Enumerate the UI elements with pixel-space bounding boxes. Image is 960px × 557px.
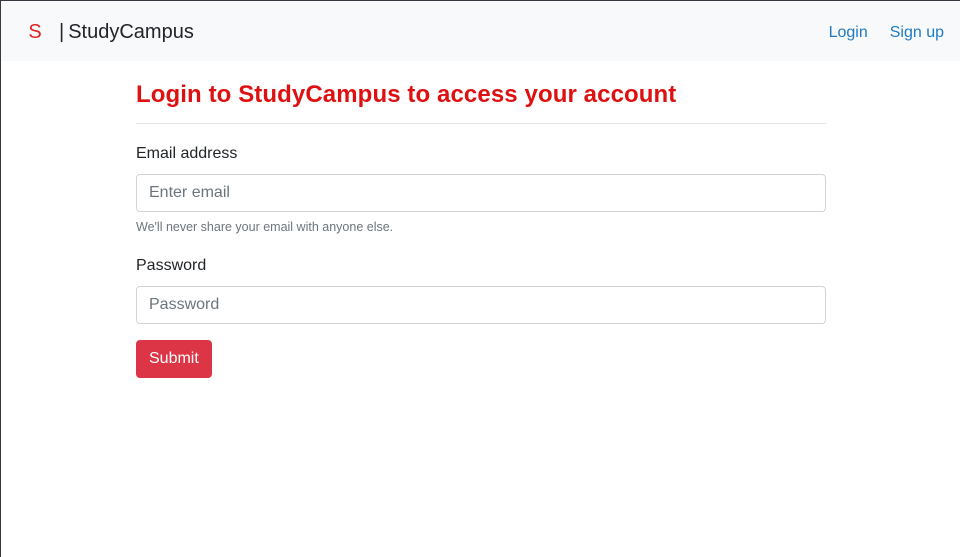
email-group: Email address We'll never share your ema…	[136, 144, 826, 235]
email-label: Email address	[136, 145, 238, 162]
title-divider	[136, 123, 826, 124]
password-label: Password	[136, 257, 207, 274]
email-field[interactable]	[136, 174, 826, 212]
brand-name: StudyCampus	[68, 21, 194, 43]
brand-separator: |	[59, 21, 65, 43]
login-form: Email address We'll never share your ema…	[136, 144, 826, 378]
brand[interactable]: S | StudyCampus	[28, 18, 194, 46]
login-container: Login to StudyCampus to access your acco…	[136, 61, 826, 378]
nav-login-link[interactable]: Login	[829, 21, 868, 45]
password-field[interactable]	[136, 286, 826, 324]
studycampus-logo: S	[28, 21, 42, 43]
page-title: Login to StudyCampus to access your acco…	[136, 81, 677, 108]
nav-signup-link[interactable]: Sign up	[890, 21, 944, 45]
nav-links: Login Sign up	[829, 21, 944, 45]
password-group: Password	[136, 256, 826, 324]
submit-button[interactable]: Submit	[136, 340, 212, 378]
email-help-text: We'll never share your email with anyone…	[136, 220, 394, 234]
top-navbar: S | StudyCampus Login Sign up	[1, 1, 960, 61]
